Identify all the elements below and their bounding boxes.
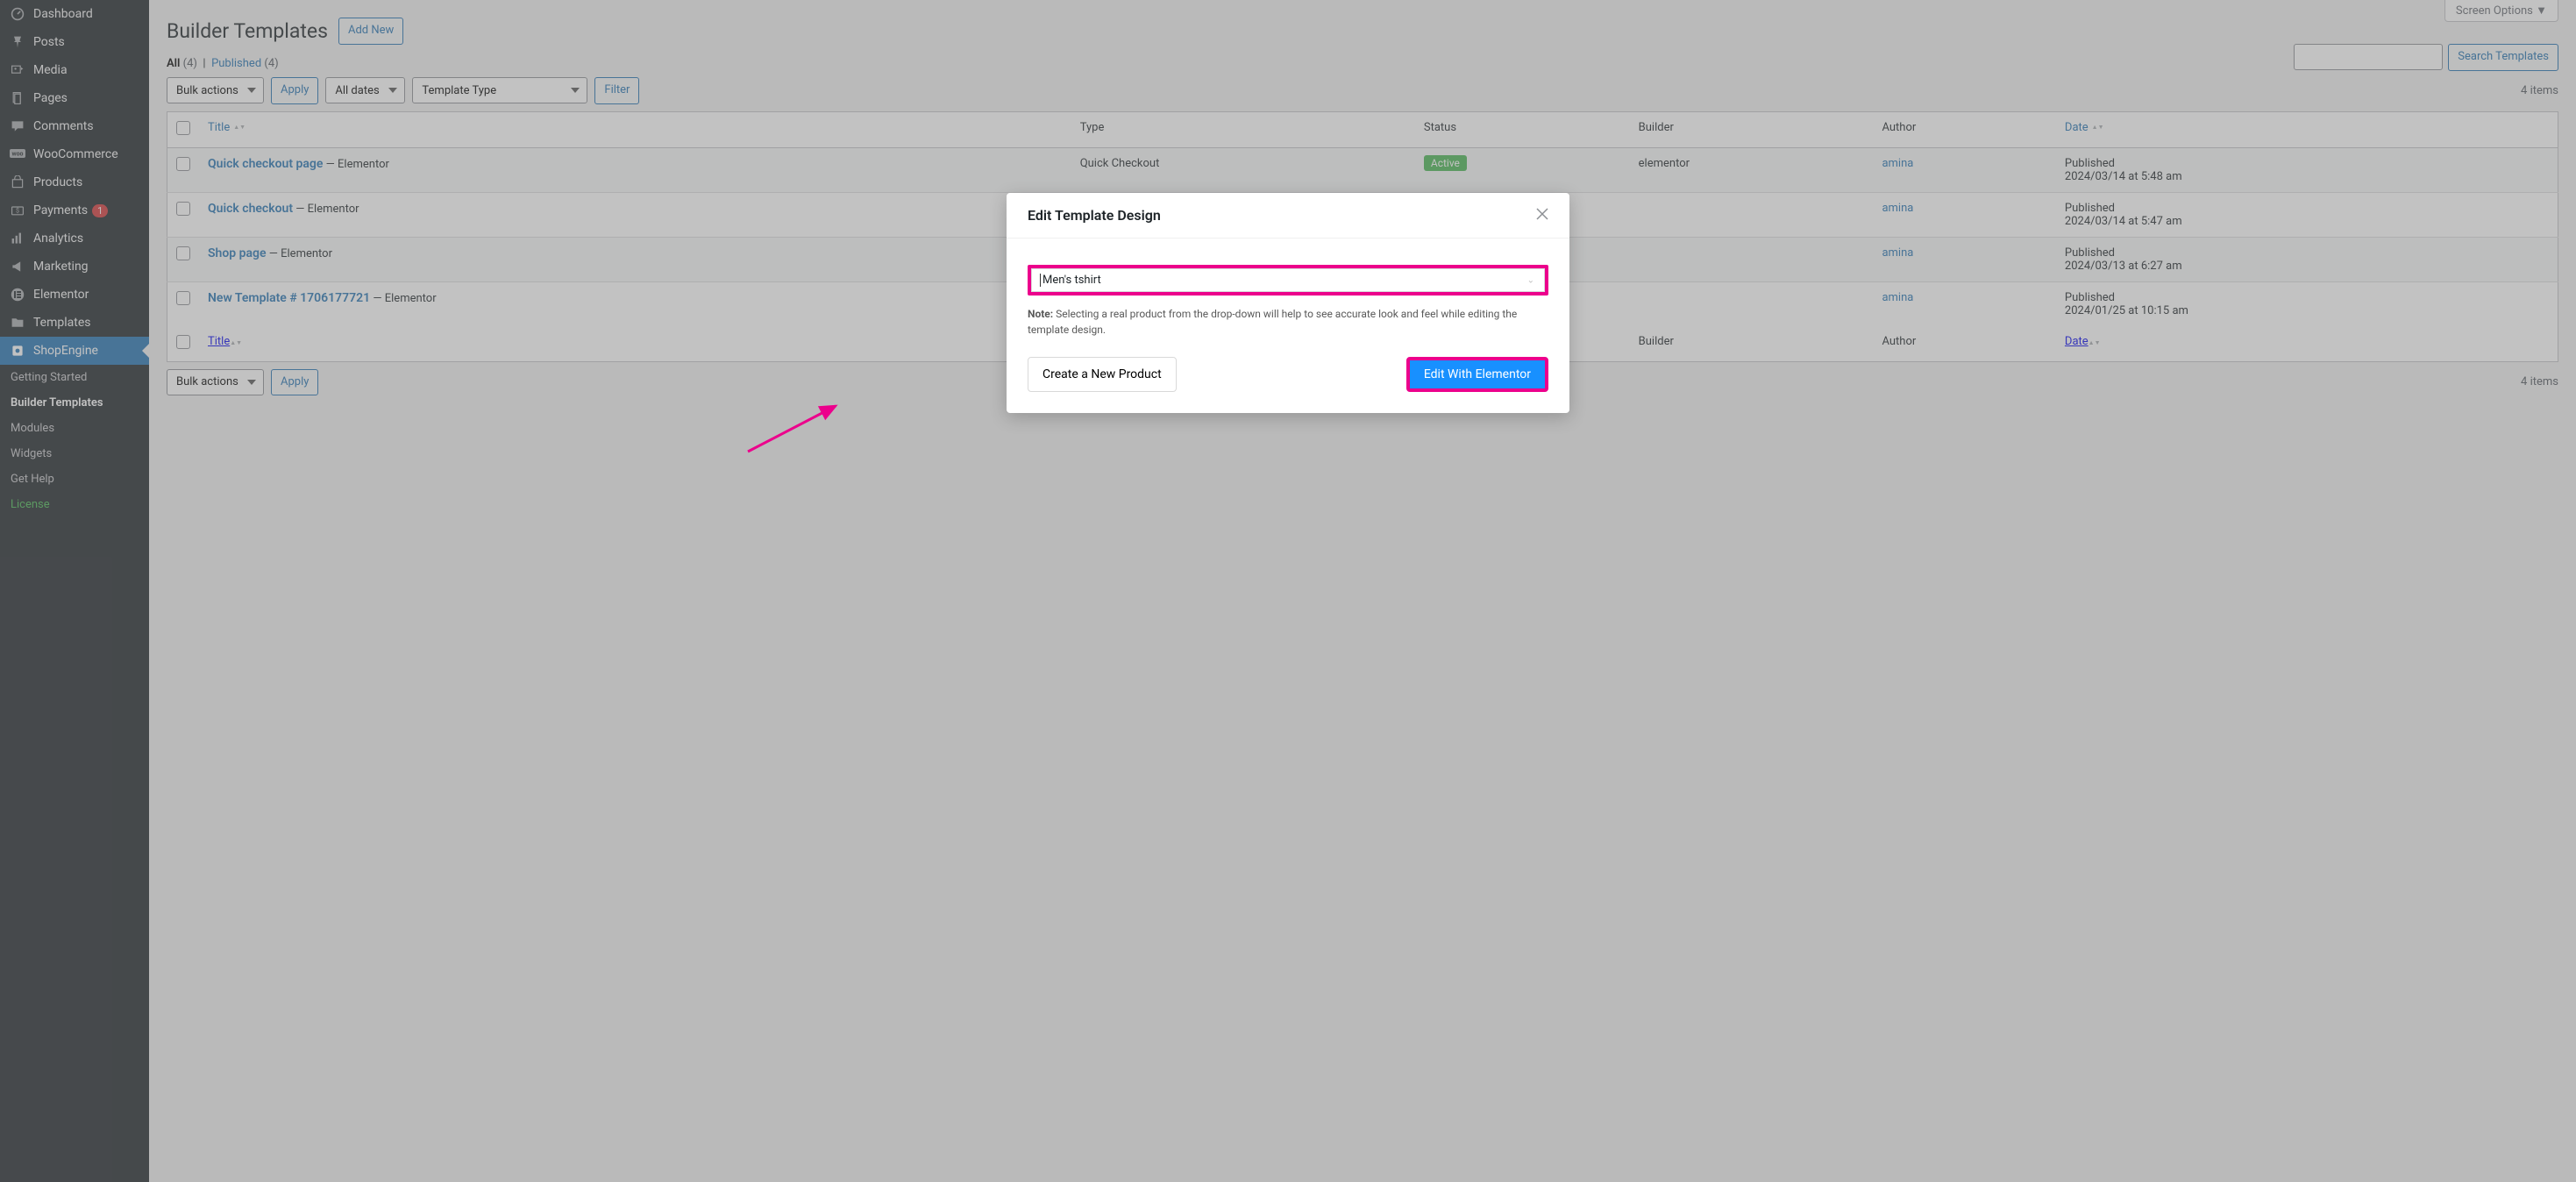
product-select[interactable]: Men's tshirt ⌄ <box>1028 265 1548 296</box>
edit-with-elementor-button[interactable]: Edit With Elementor <box>1406 357 1548 392</box>
modal-close-button[interactable] <box>1536 208 1548 224</box>
modal-title: Edit Template Design <box>1028 207 1161 224</box>
edit-template-modal: Edit Template Design Men's tshirt ⌄ Note… <box>1007 193 1569 413</box>
annotation-arrow <box>744 399 849 460</box>
modal-note: Note: Selecting a real product from the … <box>1028 306 1548 338</box>
product-select-value: Men's tshirt <box>1040 274 1101 287</box>
modal-overlay: Edit Template Design Men's tshirt ⌄ Note… <box>0 0 2576 1182</box>
close-icon <box>1536 208 1548 220</box>
create-new-product-button[interactable]: Create a New Product <box>1028 357 1177 392</box>
chevron-down-icon: ⌄ <box>1527 275 1534 285</box>
